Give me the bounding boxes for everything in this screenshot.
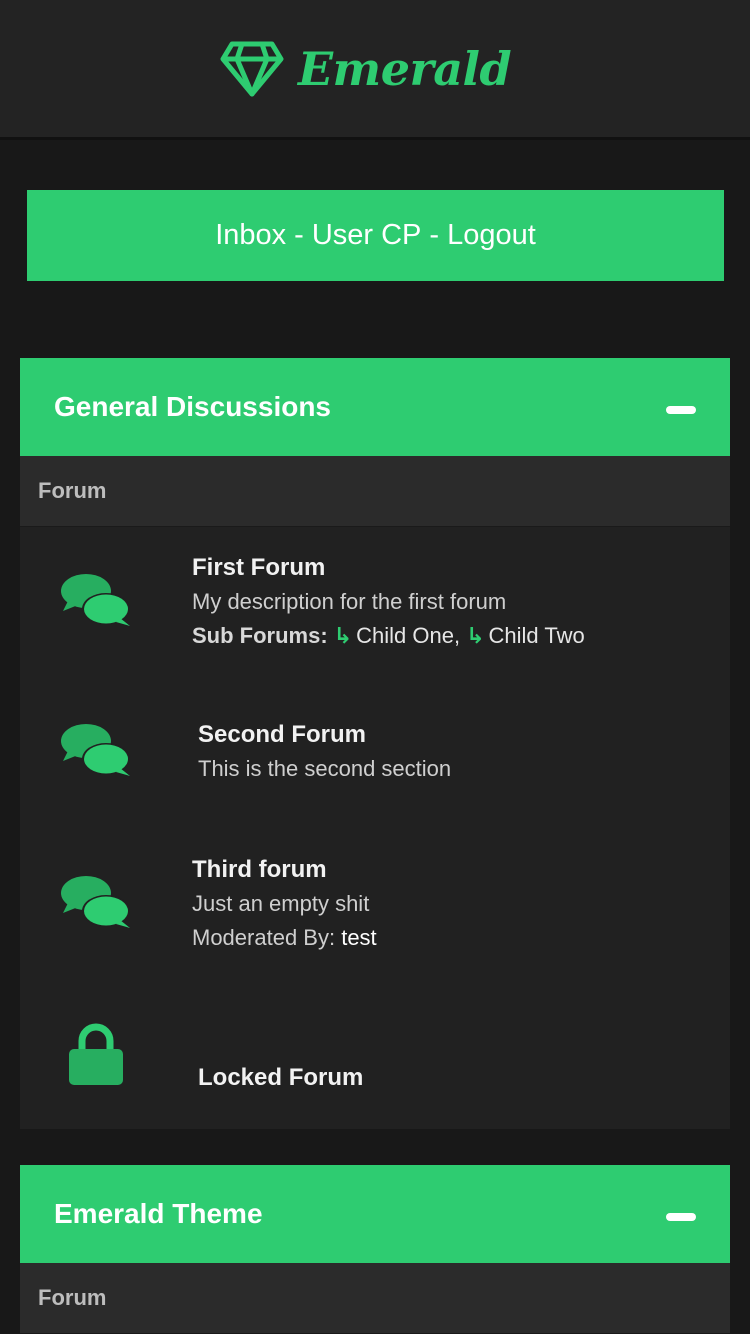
forum-title[interactable]: Locked Forum [198,1061,363,1095]
column-label-forum: Forum [38,1285,107,1310]
forum-title[interactable]: Second Forum [198,718,451,752]
category-emerald-theme: Emerald Theme Forum [20,1165,730,1334]
moderator-link[interactable]: test [341,925,376,950]
forum-row[interactable]: First Forum My description for the first… [20,527,730,687]
chat-bubbles-icon [60,875,132,938]
moderated-by-label: Moderated By: [192,925,336,950]
category-header: Emerald Theme [20,1165,730,1263]
category-general-discussions: General Discussions Forum First Forum My… [20,358,730,1129]
sub-forum-arrow-icon: ↳ [333,623,353,648]
category-title[interactable]: Emerald Theme [54,1165,263,1263]
collapse-icon[interactable] [666,406,696,414]
sub-forum-arrow-icon: ↳ [466,623,485,648]
sub-forums-label: Sub Forums: [192,623,328,648]
forum-list: First Forum My description for the first… [20,527,730,1129]
forum-description: Just an empty shit [192,891,370,916]
nav-separator: - [294,219,304,251]
forum-row[interactable]: Locked Forum [20,987,730,1129]
column-header: Forum [20,456,730,527]
sub-forum-link[interactable]: Child One, [356,623,460,648]
forum-info: Third forum Just an empty shit Moderated… [192,853,377,955]
sub-forums: Sub Forums: ↳ Child One, ↳ Child Two [192,619,585,653]
nav-separator: - [429,219,440,251]
forum-description: My description for the first forum [192,589,507,614]
site-name: Emerald [298,42,512,96]
collapse-icon[interactable] [666,1213,696,1221]
column-label-forum: Forum [38,478,107,503]
forum-description: This is the second section [198,756,452,781]
forum-info: First Forum My description for the first… [192,551,585,653]
category-title[interactable]: General Discussions [54,358,331,456]
moderated-by: Moderated By: test [192,921,377,955]
logout-link[interactable]: Logout [447,219,536,252]
chat-bubbles-icon [60,573,132,636]
site-logo[interactable]: Emerald [220,38,512,100]
forum-info: Second Forum This is the second section [198,718,451,786]
forum-info: Locked Forum [198,1061,363,1095]
diamond-icon [220,40,284,98]
site-header: Emerald [0,0,750,140]
sub-forum-link[interactable]: Child Two [489,623,585,648]
forum-title[interactable]: Third forum [192,853,377,887]
user-nav-bar: Inbox - User CP - Logout [27,190,724,281]
forum-row[interactable]: Second Forum This is the second section [20,687,730,827]
category-header: General Discussions [20,358,730,456]
forum-row[interactable]: Third forum Just an empty shit Moderated… [20,827,730,987]
lock-icon [68,1023,124,1092]
column-header: Forum [20,1263,730,1334]
chat-bubbles-icon [60,723,132,786]
user-cp-link[interactable]: User CP [312,219,422,252]
inbox-link[interactable]: Inbox [215,219,286,252]
forum-title[interactable]: First Forum [192,551,585,585]
